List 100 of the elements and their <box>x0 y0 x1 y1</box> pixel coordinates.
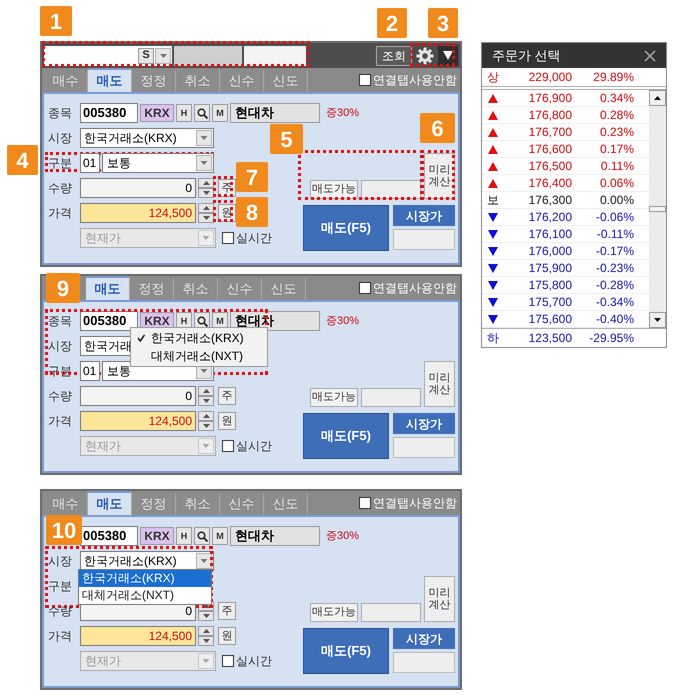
stock-code-field[interactable]: 005380 <box>80 526 138 546</box>
price-cell[interactable]: 176,600 <box>504 140 572 158</box>
up-arrow-icon[interactable] <box>202 181 210 185</box>
price-field[interactable]: 124,500 <box>80 203 196 223</box>
list-option[interactable]: 한국거래소(KRX) <box>79 570 211 587</box>
checkbox[interactable] <box>222 440 234 452</box>
change-rate-cell-text: -0.06% <box>594 209 634 226</box>
scroll-down-icon[interactable] <box>649 312 666 328</box>
price-cell[interactable]: 176,400 <box>504 174 572 192</box>
market-price-button[interactable]: 시장가 <box>393 413 455 434</box>
order-type-code-field[interactable]: 01 <box>80 361 100 381</box>
up-arrow-icon[interactable] <box>202 389 210 393</box>
unit-button[interactable]: 원 <box>218 627 236 645</box>
h-button[interactable]: H <box>176 104 192 122</box>
price-cell[interactable]: 176,200 <box>504 208 572 226</box>
sell-button[interactable]: 매도(F5) <box>303 413 389 459</box>
dropdown-button[interactable] <box>438 46 458 66</box>
margin-rate: 증30% <box>326 314 360 329</box>
sell-button[interactable]: 매도(F5) <box>303 205 389 251</box>
tab[interactable]: 매도 <box>88 68 132 92</box>
scroll-thumb[interactable] <box>649 206 666 212</box>
stock-code-field[interactable]: 005380 <box>80 311 138 331</box>
down-arrow-icon[interactable] <box>202 191 210 195</box>
tab[interactable]: 매도 <box>88 491 132 515</box>
spinner-control[interactable] <box>198 178 214 198</box>
price-cell[interactable]: 123,500 <box>504 329 572 347</box>
scroll-up-icon[interactable] <box>649 90 666 106</box>
stock-name-field[interactable]: 현대차 <box>230 103 320 123</box>
down-arrow-icon[interactable] <box>202 424 210 428</box>
down-arrow-icon[interactable] <box>160 54 166 58</box>
stock-code-field[interactable]: 005380 <box>80 103 138 123</box>
unit-button[interactable]: 주 <box>218 387 236 405</box>
order-type-combo[interactable]: 보통 <box>102 153 214 173</box>
price-cell[interactable]: 176,000 <box>504 242 572 260</box>
search-button[interactable] <box>194 104 210 122</box>
price-field[interactable]: 124,500 <box>80 411 196 431</box>
price-cell[interactable]: 176,700 <box>504 123 572 141</box>
spinner-control[interactable] <box>198 411 214 431</box>
price-cell[interactable]: 176,800 <box>504 106 572 124</box>
field-label: 수량 <box>48 180 73 197</box>
unit-button[interactable]: 주 <box>218 602 236 620</box>
margin-rate: 증30% <box>326 528 360 544</box>
close-icon[interactable] <box>644 50 656 62</box>
price-cell[interactable]: 229,000 <box>504 68 572 86</box>
checkbox-label: 연결탭사용안함 <box>373 495 457 512</box>
unit-button[interactable]: 원 <box>218 412 236 430</box>
list-option[interactable]: 대체거래소(NXT) <box>79 587 211 604</box>
up-arrow-icon[interactable] <box>202 206 210 210</box>
checkbox[interactable] <box>222 655 234 667</box>
spinner-control[interactable] <box>198 386 214 406</box>
quantity-field[interactable]: 0 <box>80 178 196 198</box>
precalculate-button[interactable]: 미리계산 <box>424 153 455 199</box>
market-combo[interactable]: 한국거래소(KRX) <box>80 128 214 148</box>
up-arrow-icon[interactable] <box>202 414 210 418</box>
checkbox[interactable] <box>359 282 371 294</box>
down-arrow-icon[interactable] <box>202 399 210 403</box>
price-cell[interactable]: 175,800 <box>504 276 572 294</box>
price-field[interactable]: 124,500 <box>80 626 196 646</box>
price-cell[interactable]: 176,900 <box>504 89 572 107</box>
search-button[interactable] <box>194 527 210 545</box>
code-button[interactable]: S <box>138 48 154 64</box>
m-button[interactable]: M <box>212 527 228 545</box>
checkbox[interactable] <box>359 497 371 509</box>
change-rate-cell-text: 0.00% <box>598 192 634 209</box>
up-arrow-icon[interactable] <box>202 629 210 633</box>
stock-name-field[interactable]: 현대차 <box>230 526 320 546</box>
exchange-button[interactable]: KRX <box>140 104 174 122</box>
price-cell[interactable]: 175,900 <box>504 259 572 277</box>
account-name-field[interactable] <box>174 46 242 66</box>
market-price-button[interactable]: 시장가 <box>393 628 455 649</box>
precalculate-button[interactable]: 미리계산 <box>424 576 455 622</box>
query-button[interactable]: 조회 <box>376 46 412 66</box>
m-button[interactable]: M <box>212 104 228 122</box>
market-price-button[interactable]: 시장가 <box>393 205 455 226</box>
order-type-code-field[interactable]: 01 <box>80 153 100 173</box>
price-cell[interactable]: 175,600 <box>504 310 572 328</box>
checkbox[interactable] <box>359 74 371 86</box>
h-button[interactable]: H <box>176 527 192 545</box>
menu-item[interactable]: 한국거래소(KRX) <box>151 329 244 347</box>
price-cell[interactable]: 176,100 <box>504 225 572 243</box>
down-triangle-icon[interactable] <box>443 51 453 60</box>
exchange-button[interactable]: KRX <box>140 527 174 545</box>
spinner-control[interactable] <box>198 626 214 646</box>
spinner-control[interactable] <box>198 203 214 223</box>
password-field[interactable] <box>244 46 306 66</box>
down-arrow-icon[interactable] <box>202 614 210 618</box>
precalculate-button[interactable]: 미리계산 <box>424 361 455 407</box>
scrollbar[interactable] <box>649 90 666 328</box>
down-arrow-icon[interactable] <box>202 216 210 220</box>
sell-button[interactable]: 매도(F5) <box>303 628 389 674</box>
checkbox[interactable] <box>222 232 234 244</box>
settings-icon[interactable] <box>416 46 434 64</box>
quantity-field[interactable]: 0 <box>80 386 196 406</box>
price-cell[interactable]: 176,500 <box>504 157 572 175</box>
field-label: 종목 <box>48 313 73 330</box>
down-arrow-icon[interactable] <box>202 639 210 643</box>
account-field[interactable]: S <box>44 46 172 66</box>
tab[interactable]: 매도 <box>86 276 130 300</box>
price-cell[interactable]: 175,700 <box>504 293 572 311</box>
price-cell[interactable]: 176,300 <box>504 191 572 209</box>
